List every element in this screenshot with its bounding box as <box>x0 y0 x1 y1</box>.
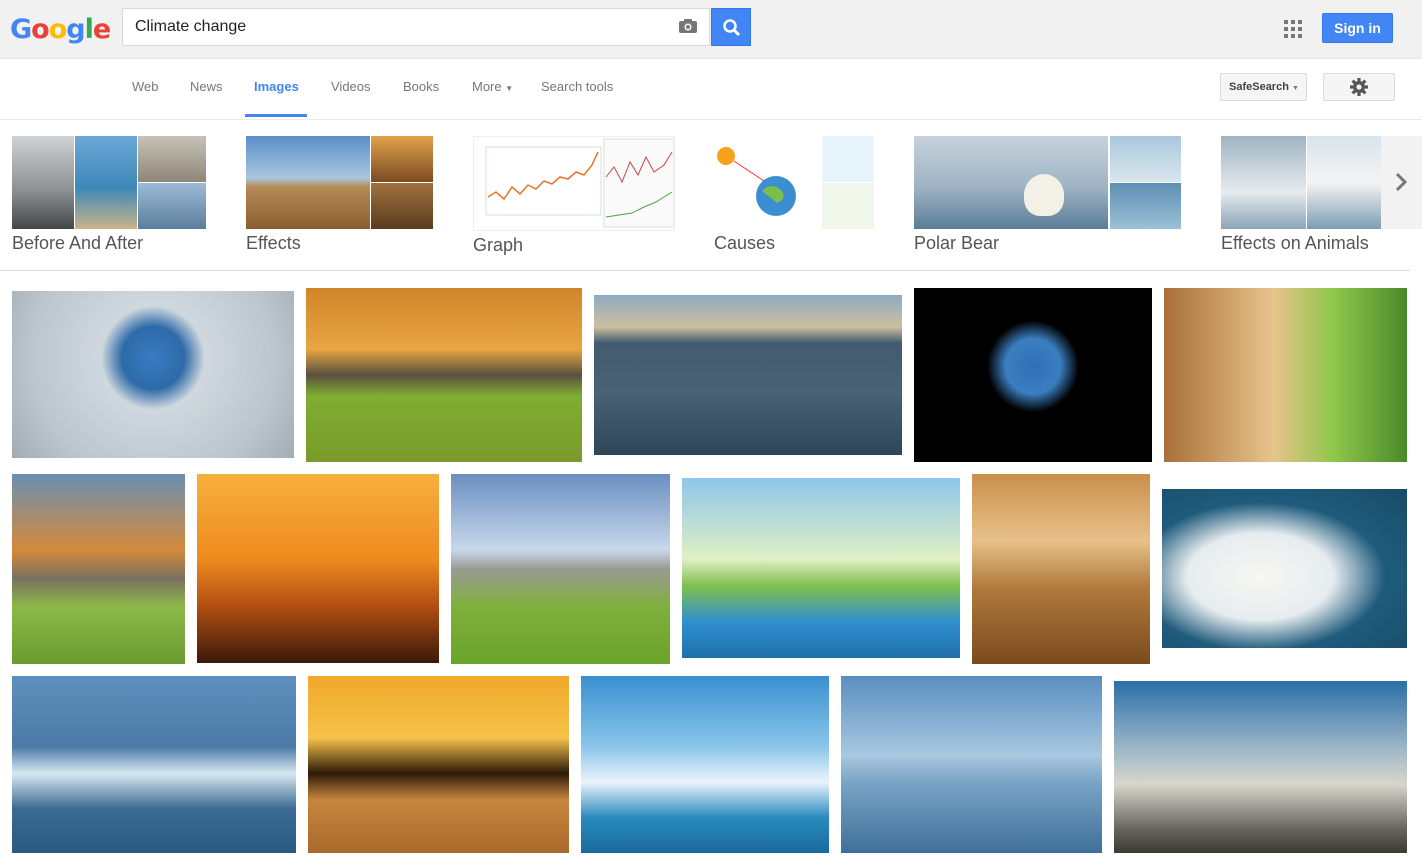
tab-images[interactable]: Images <box>254 79 299 94</box>
related-thumbnail <box>914 136 1181 229</box>
settings-button[interactable] <box>1323 73 1395 101</box>
result-image[interactable] <box>1162 489 1407 648</box>
related-label: Effects on Animals <box>1221 233 1369 253</box>
related-search-causes[interactable]: Causes <box>714 136 874 254</box>
google-logo[interactable]: Google <box>10 14 111 45</box>
tab-search-tools[interactable]: Search tools <box>541 79 613 94</box>
related-label: Graph <box>473 235 524 255</box>
result-image[interactable] <box>841 676 1102 853</box>
related-search-effects-on-animals[interactable]: Effects on Animals <box>1221 136 1381 254</box>
tab-videos[interactable]: Videos <box>331 79 371 94</box>
result-image[interactable] <box>197 474 439 663</box>
result-image[interactable] <box>1114 681 1407 853</box>
related-search-before-after[interactable]: Before And After <box>12 136 206 254</box>
result-image[interactable] <box>682 478 960 658</box>
related-thumbnail <box>12 136 206 229</box>
related-search-graph[interactable]: Graph <box>473 136 675 256</box>
chevron-right-icon <box>1395 172 1408 192</box>
result-image[interactable] <box>1164 288 1407 462</box>
safesearch-button[interactable]: SafeSearch ▼ <box>1220 73 1307 101</box>
related-label: Polar Bear <box>914 233 1000 253</box>
result-image[interactable] <box>12 474 185 664</box>
related-label: Effects <box>246 233 301 253</box>
chevron-down-icon: ▼ <box>1292 85 1299 92</box>
related-search-effects[interactable]: Effects <box>246 136 433 254</box>
related-thumbnail <box>1221 136 1381 229</box>
result-image[interactable] <box>581 676 829 853</box>
result-image[interactable] <box>594 295 902 455</box>
related-label: Causes <box>714 233 776 253</box>
related-thumbnail <box>246 136 433 229</box>
next-related-button[interactable] <box>1381 136 1422 229</box>
tab-news[interactable]: News <box>190 79 223 94</box>
search-icon <box>723 19 741 37</box>
related-thumbnail <box>714 136 874 229</box>
search-box <box>122 8 710 46</box>
tab-web[interactable]: Web <box>132 79 159 94</box>
search-button[interactable] <box>711 8 751 46</box>
result-image[interactable] <box>306 288 582 462</box>
nav-bar: Web News Images Videos Books More ▼ Sear… <box>0 59 1422 120</box>
result-image[interactable] <box>12 291 294 458</box>
causes-thumbnail-image <box>717 136 874 229</box>
related-label: Before And After <box>12 233 144 253</box>
result-image[interactable] <box>972 474 1150 664</box>
camera-icon[interactable] <box>679 19 697 33</box>
apps-grid-icon[interactable] <box>1284 20 1302 38</box>
active-tab-indicator <box>245 114 307 117</box>
result-image[interactable] <box>308 676 569 853</box>
result-image[interactable] <box>451 474 670 664</box>
chevron-down-icon: ▼ <box>505 84 514 93</box>
result-image[interactable] <box>914 288 1152 462</box>
top-bar: Google Sign in <box>0 0 1422 59</box>
search-input[interactable] <box>133 17 667 37</box>
result-image[interactable] <box>12 676 296 853</box>
sign-in-button[interactable]: Sign in <box>1322 13 1393 43</box>
gear-icon <box>1350 78 1368 96</box>
graph-thumbnail-image <box>485 138 674 228</box>
related-search-polar-bear[interactable]: Polar Bear <box>914 136 1181 254</box>
tab-more[interactable]: More ▼ <box>472 79 513 94</box>
tab-books[interactable]: Books <box>403 79 439 94</box>
related-thumbnail <box>473 136 675 231</box>
divider <box>0 270 1410 271</box>
